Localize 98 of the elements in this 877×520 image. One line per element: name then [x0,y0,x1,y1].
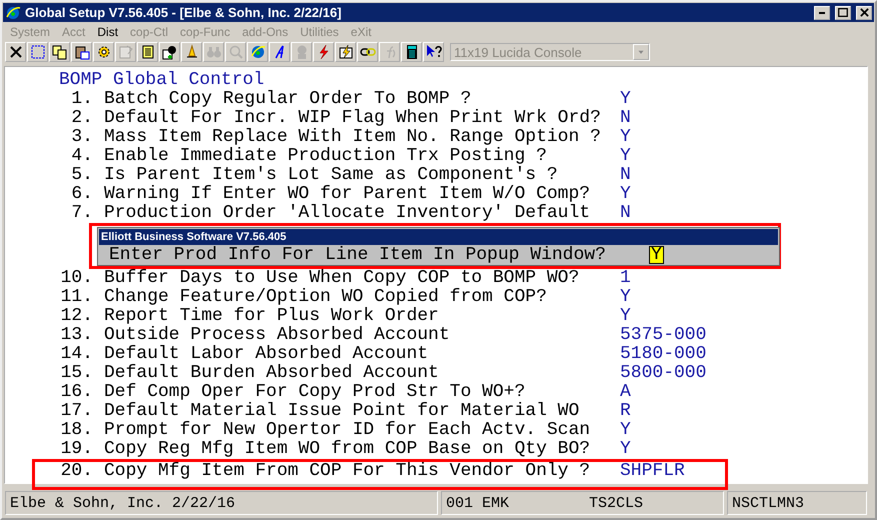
option-value[interactable]: N [620,204,631,223]
toolbar-button[interactable] [269,42,290,62]
copy-icon [52,44,68,60]
minimize-icon [819,12,825,14]
selection-icon [30,44,46,60]
option-label: Prompt for New Opertor ID for Each Actv. Scan [104,421,592,440]
toolbar-button[interactable] [93,42,114,62]
option-number: 6. [70,185,93,204]
answer-field[interactable]: Y [649,246,664,264]
option-number: 5. [70,166,93,185]
screen-heading: BOMP Global Control [59,71,264,90]
option-value[interactable]: Y [620,440,631,459]
status-text: TS2CLS [589,494,644,512]
minimize-button[interactable] [814,6,830,20]
option-label: Copy Reg Mfg Item WO from COP Base on Qty BO? [104,440,592,459]
option-value[interactable]: SHPFLR [620,462,685,481]
binoculars-icon [206,44,222,60]
option-number: 13. [60,326,93,345]
toolbar-button[interactable] [335,42,356,62]
option-label: Buffer Days to Use When Copy COP to BOMP WO? [104,269,580,288]
option-number: 14. [60,345,93,364]
toolbar-button[interactable] [423,42,444,62]
option-label: Change Feature/Option WO Copied from COP? [104,288,548,307]
option-number: 1. [70,90,93,109]
option-label: Default Labor Absorbed Account [104,345,430,364]
option-value[interactable]: N [620,109,631,128]
globe-icon [5,4,21,20]
option-value[interactable]: 5800-000 [620,364,706,383]
option-number: 2. [70,109,93,128]
window-title: Global Setup V7.56.405 - [Elbe & Sohn, Inc. 2/22/16] [25,5,342,20]
toolbar-button[interactable] [49,42,70,62]
toolbar-button[interactable] [71,42,92,62]
option-number: 7. [70,204,93,223]
option-label: Mass Item Replace With Item No. Range Option ? [104,128,602,147]
gear-icon [96,44,112,60]
option-label: Copy Mfg Item From COP For This Vendor Only ? [104,462,592,481]
option-value[interactable]: Y [620,90,631,109]
option-label: Def Comp Oper For Copy Prod Str To WO+? [104,383,526,402]
toolbar-button[interactable] [181,42,202,62]
option-label: Default Material Issue Point for Material WO [104,402,580,421]
option-value[interactable]: 5180-000 [620,345,706,364]
status-text: NSCTLMN3 [732,494,804,512]
option-value[interactable]: Y [620,185,631,204]
globe-icon [250,44,266,60]
option-number: 20. [60,462,93,481]
toolbar-button[interactable] [159,42,180,62]
option-number: 16. [60,383,93,402]
option-number: 12. [60,307,93,326]
close-icon [860,8,868,17]
lightning-document-icon [338,44,354,60]
toolbar-button[interactable] [137,42,158,62]
person-icon [162,44,178,60]
option-number: 18. [60,421,93,440]
option-number: 19. [60,440,93,459]
notepad-icon [140,44,156,60]
option-value[interactable]: Y [620,128,631,147]
toolbar-button[interactable] [313,42,334,62]
option-value[interactable]: 5375-000 [620,326,706,345]
option-value[interactable]: 1 [620,269,631,288]
maximize-button[interactable] [835,6,851,20]
option-value[interactable]: Y [620,307,631,326]
option-label: Outside Process Absorbed Account [104,326,451,345]
option-number: 3. [70,128,93,147]
option-number: 15. [60,364,93,383]
option-value[interactable]: N [620,166,631,185]
option-label: Warning If Enter WO for Parent Item W/O Comp? [104,185,592,204]
menu-item[interactable]: Dist [91,25,124,39]
option-label: Default For Incr. WIP Flag When Print Wrk Ord? [104,109,602,128]
document-icon [118,44,134,60]
option-label: Report Time for Plus Work Order [104,307,440,326]
option-number: 4. [70,147,93,166]
option-number: 11. [60,288,93,307]
option-label: Enable Immediate Production Trx Posting ? [104,147,548,166]
option-label: Is Parent Item's Lot Same as Component's ? [104,166,559,185]
option-number: 10. [60,269,93,288]
maximize-icon [838,8,848,17]
option-label: Production Order 'Allocate Inventory' Default [104,204,592,223]
toolbar-button[interactable] [401,42,422,62]
option-value[interactable]: Y [620,288,631,307]
option-value[interactable]: Y [620,147,631,166]
popup-prompt: Enter Prod Info For Line Item In Popup Window? [109,245,607,265]
toolbar-button[interactable] [27,42,48,62]
help-pointer-icon [426,44,442,60]
close-icon [8,44,24,60]
toolbar-button[interactable] [357,42,378,62]
close-button[interactable] [856,6,872,20]
status-text: 001 EMK [446,494,510,512]
option-value[interactable]: A [620,383,631,402]
option-label: Default Burden Absorbed Account [104,364,440,383]
option-number: 17. [60,402,93,421]
popup-title: Elliott Business Software V7.56.405 [99,229,778,245]
option-label: Batch Copy Regular Order To BOMP ? [104,90,472,109]
toolbar-button[interactable] [5,42,26,62]
status-text: Elbe & Sohn, Inc. 2/22/16 [10,494,236,512]
clipboard-icon [74,44,90,60]
search-icon [228,44,244,60]
option-value[interactable]: Y [620,421,631,440]
option-value[interactable]: R [620,402,631,421]
